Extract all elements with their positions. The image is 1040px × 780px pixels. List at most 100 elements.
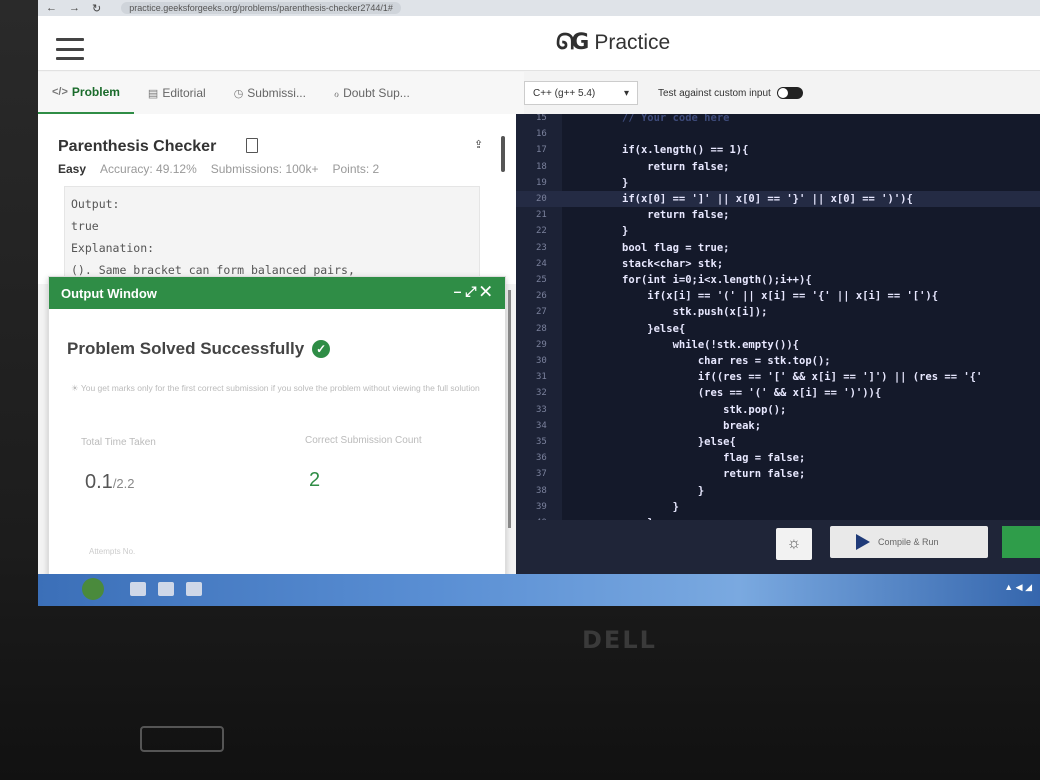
- code-line[interactable]: 25 for(int i=0;i<x.length();i++){: [516, 272, 1040, 288]
- code-text: while(!stk.empty()){: [622, 338, 800, 351]
- start-button[interactable]: [82, 578, 104, 600]
- laptop-latch: [140, 726, 224, 752]
- code-line[interactable]: 17 if(x.length() == 1){: [516, 142, 1040, 158]
- code-text: }else{: [622, 436, 736, 448]
- code-line[interactable]: 16: [516, 126, 1040, 142]
- code-text: }: [622, 176, 629, 189]
- tab-doubt-support[interactable]: ℴ Doubt Sup...: [320, 72, 424, 114]
- difficulty-badge: Easy: [58, 162, 87, 176]
- code-text: if(x[0] == ']' || x[0] == '}' || x[0] ==…: [622, 193, 913, 205]
- code-line[interactable]: 31 if((res == '[' && x[i] == ']') || (re…: [516, 369, 1040, 385]
- code-line[interactable]: 15 // Your code here: [516, 114, 1040, 126]
- line-number: 32: [536, 388, 547, 399]
- example-block: Output: true Explanation: (). Same brack…: [64, 186, 480, 282]
- tab-editorial[interactable]: ▤ Editorial: [134, 72, 220, 114]
- info-note: ☀ You get marks only for the first corre…: [71, 377, 491, 399]
- output-scrollbar[interactable]: [508, 290, 511, 528]
- tab-label: Problem: [71, 85, 120, 99]
- example-line: Explanation:: [71, 241, 155, 255]
- taskbar-app-icon[interactable]: [130, 582, 146, 596]
- time-taken: 0.1: [85, 471, 113, 493]
- submit-button[interactable]: [1002, 526, 1040, 558]
- problem-title: Parenthesis Checker: [58, 138, 217, 155]
- count-value: 2: [309, 469, 321, 491]
- site-header: ᘏG Practice: [38, 16, 1040, 71]
- code-text: (res == '(' && x[i] == ')')){: [622, 387, 882, 400]
- info-note-text: You get marks only for the first correct…: [80, 383, 480, 393]
- compile-label: Compile & Run: [878, 537, 939, 547]
- time-label: Total Time Taken: [81, 437, 156, 448]
- sun-icon: ☼: [786, 535, 802, 552]
- back-icon[interactable]: ←: [46, 2, 57, 15]
- share-icon[interactable]: ⇪: [474, 138, 483, 151]
- custom-input-toggle[interactable]: Test against custom input: [658, 87, 803, 99]
- code-line[interactable]: 26 if(x[i] == '(' || x[i] == '{' || x[i]…: [516, 288, 1040, 304]
- points: Points: 2: [332, 162, 380, 176]
- logo[interactable]: ᘏG Practice: [556, 30, 670, 55]
- code-line[interactable]: 18 return false;: [516, 159, 1040, 175]
- success-text: Problem Solved Successfully: [67, 339, 305, 358]
- bookmark-icon[interactable]: [246, 138, 258, 153]
- reload-icon[interactable]: ↻: [92, 2, 101, 15]
- example-line: true: [71, 219, 99, 233]
- code-text: }: [622, 225, 629, 238]
- tab-label: Editorial: [162, 86, 206, 100]
- code-line[interactable]: 38 }: [516, 483, 1040, 499]
- toggle-switch[interactable]: [776, 87, 803, 99]
- code-text: if((res == '[' && x[i] == ']') || (res =…: [622, 371, 983, 384]
- line-number: 21: [536, 210, 547, 221]
- code-line[interactable]: 24 stack<char> stk;: [516, 256, 1040, 272]
- lightbulb-icon: ☀: [71, 383, 81, 393]
- code-line[interactable]: 20 if(x[0] == ']' || x[0] == '}' || x[0] …: [516, 191, 1040, 208]
- code-text: break;: [622, 419, 762, 432]
- line-number: 38: [536, 485, 547, 496]
- code-line[interactable]: 33 stk.pop();: [516, 402, 1040, 418]
- code-line[interactable]: 29 while(!stk.empty()){: [516, 337, 1040, 353]
- line-number: 22: [536, 226, 547, 237]
- line-number: 29: [536, 339, 547, 350]
- code-line[interactable]: 28 }else{: [516, 321, 1040, 337]
- logo-text: Practice: [594, 30, 671, 54]
- browser-bar: ← → ↻ practice.geeksforgeeks.org/problem…: [38, 0, 1040, 16]
- code-line[interactable]: 37 return false;: [516, 466, 1040, 482]
- tab-label: Submissi...: [247, 86, 306, 100]
- window-controls[interactable]: – ⤢ ✕: [454, 283, 491, 300]
- code-line[interactable]: 32 (res == '(' && x[i] == ')')){: [516, 385, 1040, 401]
- attempts-label: Attempts No.: [89, 547, 136, 556]
- line-number: 15: [536, 114, 547, 123]
- code-editor[interactable]: 15 // Your code here 16 17 if(x.length() == …: [516, 114, 1040, 520]
- code-line[interactable]: 22}: [516, 223, 1040, 239]
- code-text: flag = false;: [622, 452, 806, 465]
- panel-scrollbar[interactable]: [501, 136, 505, 172]
- taskbar-app-icon[interactable]: [158, 582, 174, 596]
- menu-icon[interactable]: [56, 38, 84, 60]
- editor-actions: ☼ Compile & Run: [516, 520, 1040, 576]
- code-line[interactable]: 39 }: [516, 499, 1040, 515]
- language-select[interactable]: C++ (g++ 5.4) ▾: [524, 81, 638, 105]
- code-line[interactable]: 19}: [516, 175, 1040, 191]
- tab-problem[interactable]: </> Problem: [38, 72, 134, 114]
- code-line[interactable]: 27 stk.push(x[i]);: [516, 304, 1040, 320]
- forward-icon[interactable]: →: [69, 2, 80, 15]
- clock-icon: ◷: [233, 87, 244, 100]
- code-line[interactable]: 21 return false;: [516, 207, 1040, 223]
- address-bar[interactable]: practice.geeksforgeeks.org/problems/pare…: [121, 2, 401, 14]
- line-number: 30: [536, 356, 547, 366]
- code-line[interactable]: 36 flag = false;: [516, 450, 1040, 466]
- theme-toggle-button[interactable]: ☼: [776, 528, 812, 560]
- code-line[interactable]: 23 bool flag = true;: [516, 240, 1040, 256]
- code-text: }: [622, 500, 679, 513]
- line-number: 24: [536, 258, 547, 269]
- compile-run-button[interactable]: Compile & Run: [830, 526, 988, 558]
- tab-submissions[interactable]: ◷ Submissi...: [220, 72, 320, 114]
- system-tray[interactable]: ▲ ◀ ◢: [1004, 582, 1032, 593]
- taskbar-app-icon[interactable]: [186, 582, 202, 596]
- code-line[interactable]: 34 break;: [516, 418, 1040, 434]
- output-window: Output Window – ⤢ ✕ Problem Solved Succe…: [48, 276, 506, 582]
- code-text: return false;: [622, 209, 730, 222]
- code-line[interactable]: 35 }else{: [516, 434, 1040, 450]
- screen: ← → ↻ practice.geeksforgeeks.org/problem…: [38, 0, 1040, 606]
- windows-taskbar: ▲ ◀ ◢: [38, 574, 1040, 606]
- example-line: Output:: [71, 197, 120, 211]
- code-line[interactable]: 30 char res = stk.top();: [516, 353, 1040, 369]
